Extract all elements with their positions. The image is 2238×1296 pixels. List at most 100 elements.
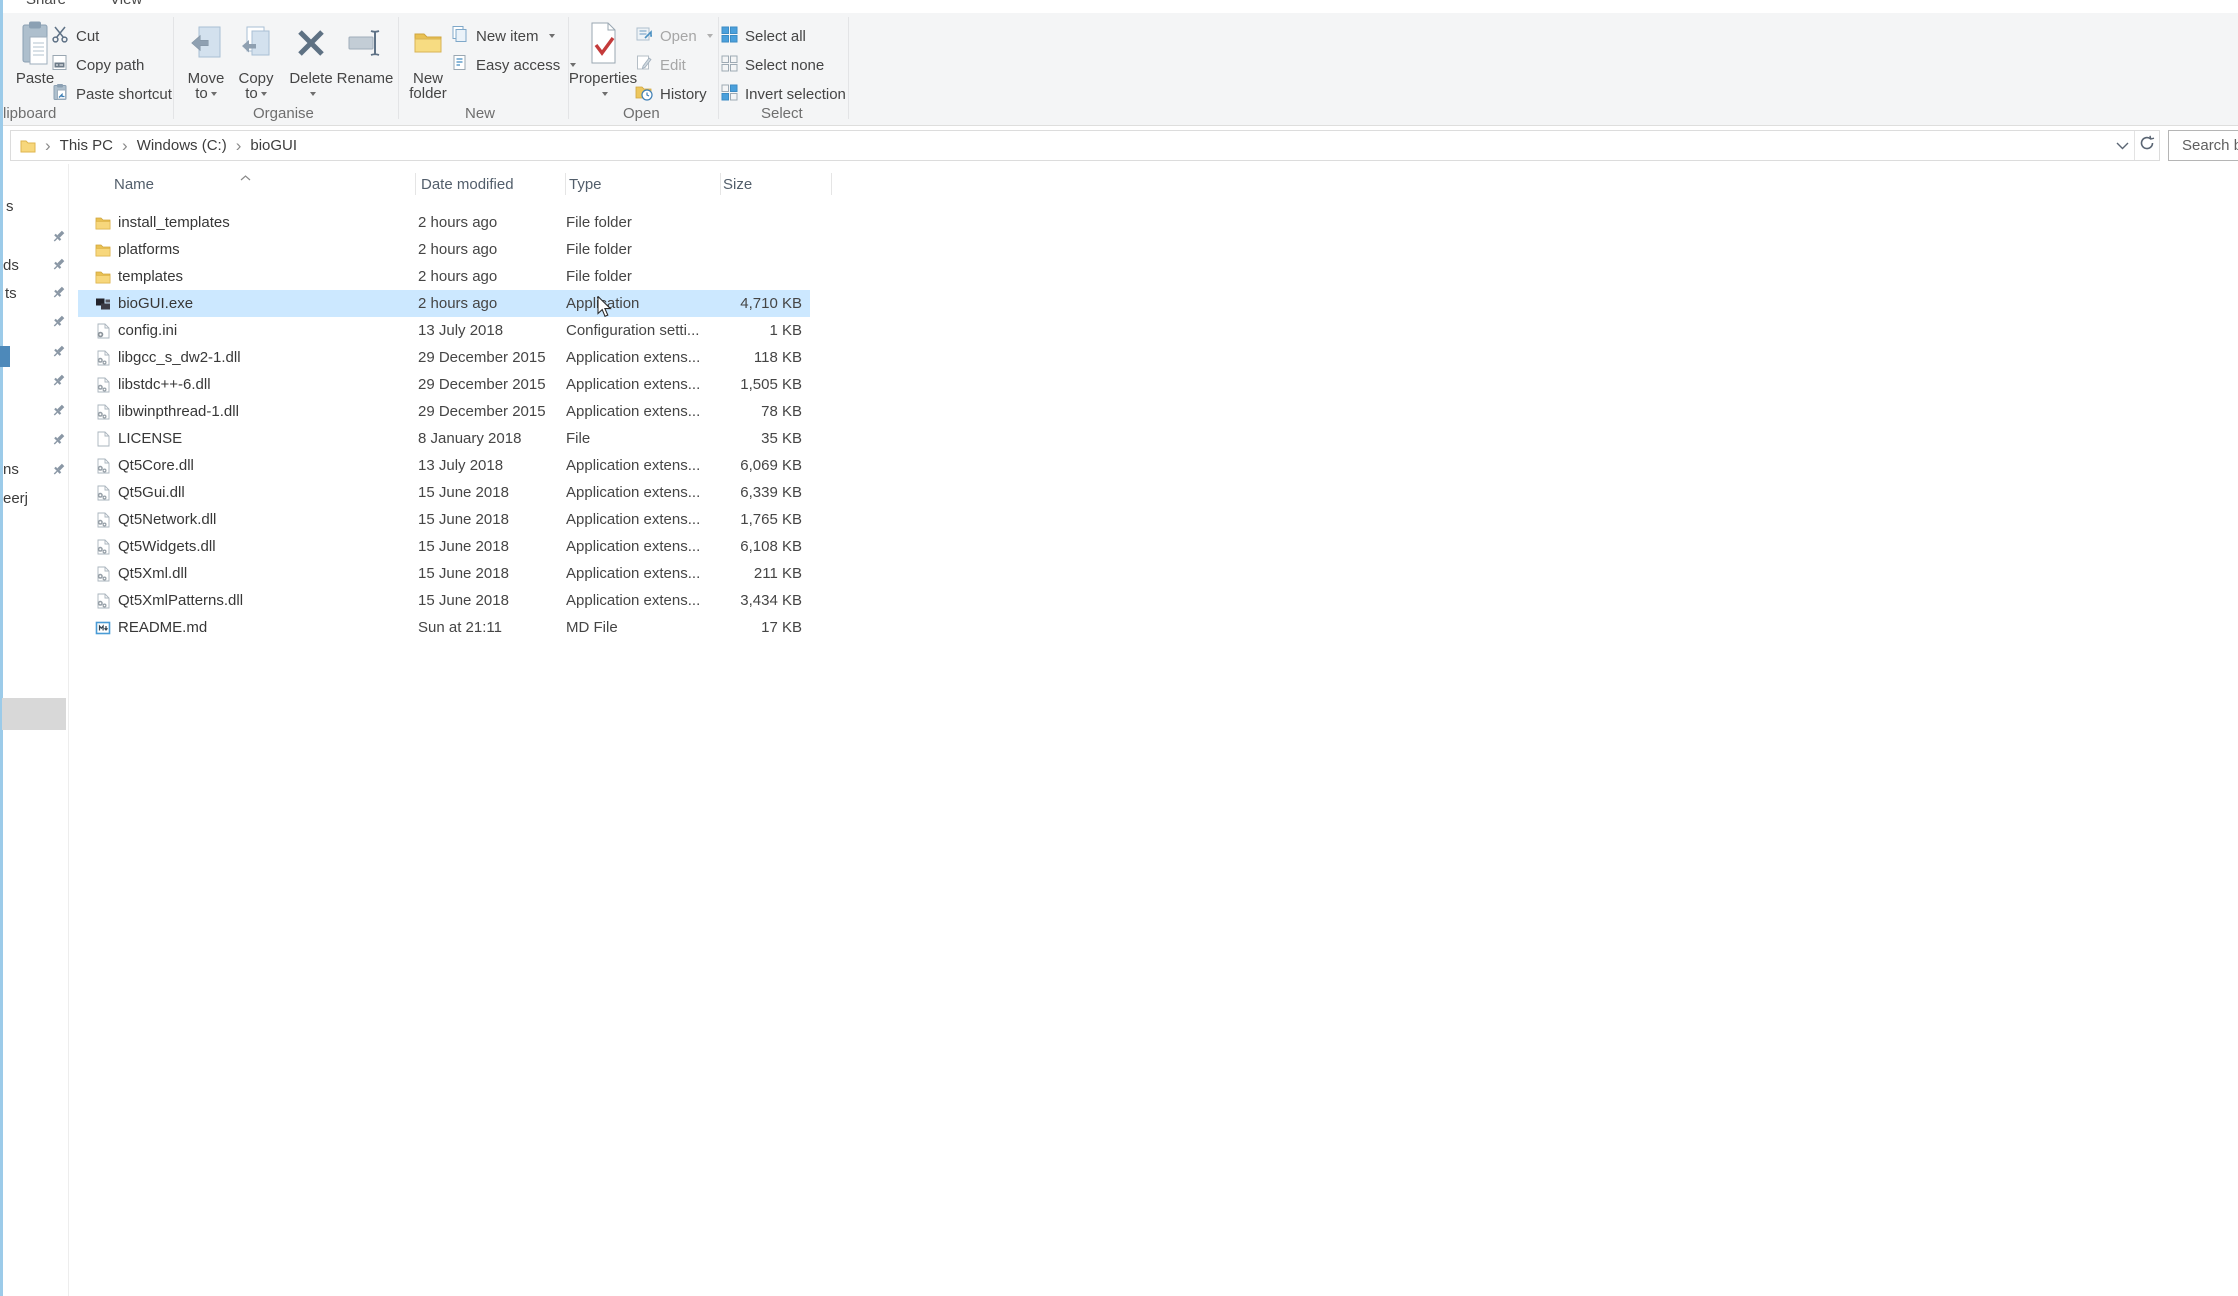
dll-icon <box>95 458 111 474</box>
file-row[interactable]: Qt5Network.dll 15 June 2018 Application … <box>78 506 810 533</box>
address-dropdown-button[interactable] <box>2110 131 2134 160</box>
file-row[interactable]: config.ini 13 July 2018 Configuration se… <box>78 317 810 344</box>
mouse-cursor <box>597 296 617 318</box>
new-folder-button[interactable]: New folder <box>401 15 455 107</box>
easy-access-button[interactable]: Easy access <box>451 52 576 78</box>
history-icon <box>635 83 653 105</box>
tab-view[interactable]: View <box>110 0 142 8</box>
breadcrumb-segment[interactable]: This PC <box>60 137 113 154</box>
invert-selection-button[interactable]: Invert selection <box>721 81 846 107</box>
file-date-modified: 2 hours ago <box>418 290 497 317</box>
rename-button[interactable]: Rename <box>337 15 393 107</box>
breadcrumb-chevron-icon[interactable]: › <box>227 137 251 154</box>
ribbon-tab-row: Share View <box>3 0 2238 13</box>
file-row[interactable]: install_templates 2 hours ago File folde… <box>78 209 810 236</box>
select-none-button[interactable]: Select none <box>721 52 824 78</box>
organise-group-label: Organise <box>253 105 314 122</box>
file-date-modified: 15 June 2018 <box>418 533 509 560</box>
file-size: 6,339 KB <box>678 479 802 506</box>
paste-shortcut-button[interactable]: Paste shortcut <box>51 81 172 107</box>
file-name: config.ini <box>118 317 177 344</box>
cut-button[interactable]: Cut <box>51 23 99 49</box>
file-date-modified: 15 June 2018 <box>418 506 509 533</box>
select-none-icon <box>721 55 738 76</box>
group-divider <box>718 17 719 119</box>
properties-button[interactable]: Properties <box>573 15 633 107</box>
search-input[interactable] <box>2180 136 2238 155</box>
breadcrumb-segment[interactable]: Windows (C:) <box>137 137 227 154</box>
breadcrumb-chevron-icon[interactable]: › <box>36 137 60 154</box>
file-size: 78 KB <box>678 398 802 425</box>
dropdown-caret <box>602 92 608 96</box>
edit-button[interactable]: Edit <box>635 52 686 78</box>
dropdown-caret <box>310 92 316 96</box>
dll-icon <box>95 377 111 393</box>
file-size: 211 KB <box>678 560 802 587</box>
ini-icon <box>95 323 111 339</box>
move-to-button[interactable]: Move to <box>181 15 231 107</box>
folder-icon <box>95 269 111 285</box>
file-row[interactable]: libgcc_s_dw2-1.dll 29 December 2015 Appl… <box>78 344 810 371</box>
refresh-button[interactable] <box>2135 131 2159 160</box>
file-name: platforms <box>118 236 180 263</box>
cut-icon <box>51 25 69 47</box>
file-row[interactable]: platforms 2 hours ago File folder <box>78 236 810 263</box>
clipboard-group-label: lipboard <box>3 105 56 122</box>
file-row[interactable]: Qt5XmlPatterns.dll 15 June 2018 Applicat… <box>78 587 810 614</box>
group-divider <box>398 17 399 119</box>
address-folder-icon <box>11 139 36 153</box>
file-date-modified: 15 June 2018 <box>418 560 509 587</box>
file-name: README.md <box>118 614 207 641</box>
file-name: templates <box>118 263 183 290</box>
new-item-button[interactable]: New item <box>451 23 555 49</box>
address-bar[interactable]: ›This PC›Windows (C:)›bioGUI <box>10 130 2160 161</box>
file-row[interactable]: Qt5Widgets.dll 15 June 2018 Application … <box>78 533 810 560</box>
properties-icon <box>588 15 618 71</box>
tab-share[interactable]: Share <box>26 0 66 8</box>
file-date-modified: 29 December 2015 <box>418 398 546 425</box>
file-row[interactable]: README.md Sun at 21:11 MD File 17 KB <box>78 614 810 641</box>
file-row[interactable]: Qt5Core.dll 13 July 2018 Application ext… <box>78 452 810 479</box>
app-icon <box>95 296 111 312</box>
new-item-icon <box>451 25 469 47</box>
copy-path-button[interactable]: Copy path <box>51 52 144 78</box>
file-row[interactable]: Qt5Xml.dll 15 June 2018 Application exte… <box>78 560 810 587</box>
folder-icon <box>95 242 111 258</box>
file-name: libgcc_s_dw2-1.dll <box>118 344 241 371</box>
open-button[interactable]: Open <box>635 23 713 49</box>
dropdown-caret <box>261 92 267 96</box>
paste-icon <box>20 15 50 71</box>
file-row[interactable]: Qt5Gui.dll 15 June 2018 Application exte… <box>78 479 810 506</box>
new-group-label: New <box>465 105 495 122</box>
file-date-modified: Sun at 21:11 <box>418 614 502 641</box>
file-row[interactable]: LICENSE 8 January 2018 File 35 KB <box>78 425 810 452</box>
file-name: libwinpthread-1.dll <box>118 398 239 425</box>
file-row[interactable]: bioGUI.exe 2 hours ago Application 4,710… <box>78 290 810 317</box>
copy-to-button[interactable]: Copy to <box>231 15 281 107</box>
new-folder-icon <box>412 15 444 71</box>
history-button[interactable]: History <box>635 81 707 107</box>
file-size: 1,765 KB <box>678 506 802 533</box>
select-all-button[interactable]: Select all <box>721 23 806 49</box>
file-date-modified: 8 January 2018 <box>418 425 521 452</box>
refresh-icon <box>2139 135 2155 156</box>
paste-shortcut-icon <box>51 83 69 105</box>
breadcrumb-chevron-icon[interactable]: › <box>113 137 137 154</box>
breadcrumb-segment[interactable]: bioGUI <box>250 137 297 154</box>
md-icon <box>95 620 111 636</box>
dll-icon <box>95 350 111 366</box>
delete-button[interactable]: Delete <box>285 15 337 107</box>
file-date-modified: 2 hours ago <box>418 236 497 263</box>
file-date-modified: 13 July 2018 <box>418 452 503 479</box>
file-row[interactable]: libwinpthread-1.dll 29 December 2015 App… <box>78 398 810 425</box>
explorer-window: Share View Paste Cut <box>0 0 2238 1296</box>
file-size: 118 KB <box>678 344 802 371</box>
file-row[interactable]: libstdc++-6.dll 29 December 2015 Applica… <box>78 371 810 398</box>
open-icon <box>635 25 653 47</box>
file-list: install_templates 2 hours ago File folde… <box>3 164 903 864</box>
dll-icon <box>95 512 111 528</box>
file-date-modified: 2 hours ago <box>418 263 497 290</box>
dll-icon <box>95 539 111 555</box>
file-name: bioGUI.exe <box>118 290 193 317</box>
file-row[interactable]: templates 2 hours ago File folder <box>78 263 810 290</box>
